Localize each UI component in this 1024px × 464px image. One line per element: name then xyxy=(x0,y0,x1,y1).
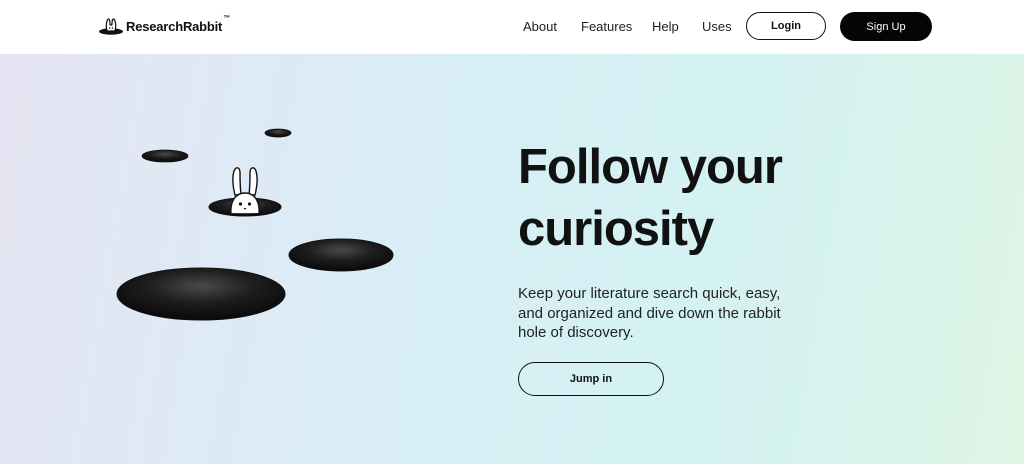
rabbit-in-hole-icon xyxy=(98,15,124,37)
login-button[interactable]: Login xyxy=(746,12,826,40)
nav-link-features[interactable]: Features xyxy=(581,19,632,35)
nav-link-about[interactable]: About xyxy=(523,19,557,35)
rabbit-hole-medium xyxy=(288,238,394,272)
hero-section: Follow your curiosity Keep your literatu… xyxy=(0,54,1024,464)
rabbit-hole-small-left xyxy=(141,149,189,163)
hero-subtext: Keep your literature search quick, easy,… xyxy=(518,285,781,341)
nav-link-help[interactable]: Help xyxy=(652,19,679,35)
hero-headline-line-1: Follow your xyxy=(518,140,783,194)
signup-button[interactable]: Sign Up xyxy=(840,12,932,41)
rabbit-hole-large xyxy=(116,267,286,321)
hero-headline-line-2: curiosity xyxy=(518,202,714,256)
hero-headline: Follow your curiosity xyxy=(518,136,938,260)
logo-text: ResearchRabbit™ xyxy=(126,14,230,34)
trademark-symbol: ™ xyxy=(223,14,230,22)
nav-link-uses[interactable]: Uses xyxy=(702,19,732,35)
rabbit-holes-illustration xyxy=(0,54,460,464)
rabbit-hole-small-top xyxy=(264,128,292,138)
logo[interactable]: ResearchRabbit™ xyxy=(98,14,230,38)
jump-in-button[interactable]: Jump in xyxy=(518,362,664,396)
site-header: ResearchRabbit™ About Features Help Uses… xyxy=(0,0,1024,54)
